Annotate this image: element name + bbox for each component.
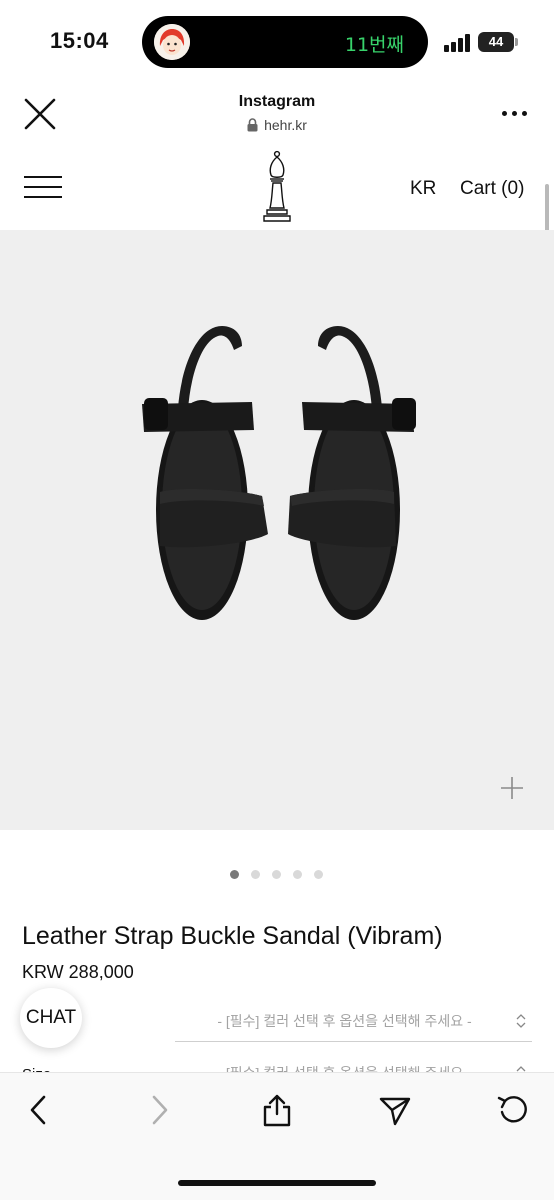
color-select-placeholder: - [필수] 컬러 선택 후 옵션을 선택해 주세요 -	[217, 1013, 472, 1029]
chess-bishop-logo[interactable]	[258, 150, 296, 226]
send-icon[interactable]	[378, 1093, 412, 1127]
more-icon[interactable]	[500, 108, 530, 118]
browser-url-text: hehr.kr	[264, 117, 307, 133]
back-icon[interactable]	[22, 1093, 56, 1127]
language-selector[interactable]: KR	[410, 178, 436, 200]
battery-tip	[515, 38, 518, 46]
color-select[interactable]: - [필수] 컬러 선택 후 옵션을 선택해 주세요 -	[175, 1008, 532, 1042]
live-activity-text: 11번째	[344, 34, 404, 56]
menu-icon[interactable]	[24, 176, 62, 200]
carousel-dot-5[interactable]	[314, 870, 323, 879]
color-option-row: - [필수] 컬러 선택 후 옵션을 선택해 주세요 -	[0, 1008, 554, 1048]
product-price: KRW 288,000	[22, 962, 134, 982]
zoom-plus-icon[interactable]	[500, 776, 524, 800]
status-time: 15:04	[50, 28, 109, 53]
lock-icon	[247, 118, 258, 132]
carousel-indicator	[228, 870, 328, 882]
carousel-dot-4[interactable]	[293, 870, 302, 879]
carousel-dot-3[interactable]	[272, 870, 281, 879]
share-icon[interactable]	[260, 1093, 294, 1127]
reload-icon[interactable]	[496, 1093, 530, 1127]
signal-icon	[444, 34, 472, 52]
browser-url[interactable]: hehr.kr	[0, 117, 554, 133]
battery-icon: 44	[478, 32, 514, 52]
updown-chevron-icon	[516, 1014, 526, 1028]
product-photo	[130, 320, 430, 630]
in-app-browser-header: Instagram hehr.kr	[0, 84, 554, 146]
browser-title: Instagram	[238, 93, 316, 110]
carousel-dot-2[interactable]	[251, 870, 260, 879]
product-title: Leather Strap Buckle Sandal (Vibram)	[22, 922, 443, 950]
product-image-carousel[interactable]	[0, 230, 554, 830]
status-bar: 15:04 11번째 44	[0, 0, 554, 84]
home-indicator[interactable]	[178, 1180, 376, 1186]
avatar-icon	[154, 24, 190, 60]
site-navigation: KR Cart (0)	[0, 146, 554, 230]
dynamic-island[interactable]: 11번째	[142, 16, 428, 68]
chat-button[interactable]: CHAT	[20, 988, 82, 1048]
forward-icon[interactable]	[142, 1093, 176, 1127]
cart-link[interactable]: Cart (0)	[460, 178, 524, 200]
carousel-dot-1[interactable]	[230, 870, 239, 879]
